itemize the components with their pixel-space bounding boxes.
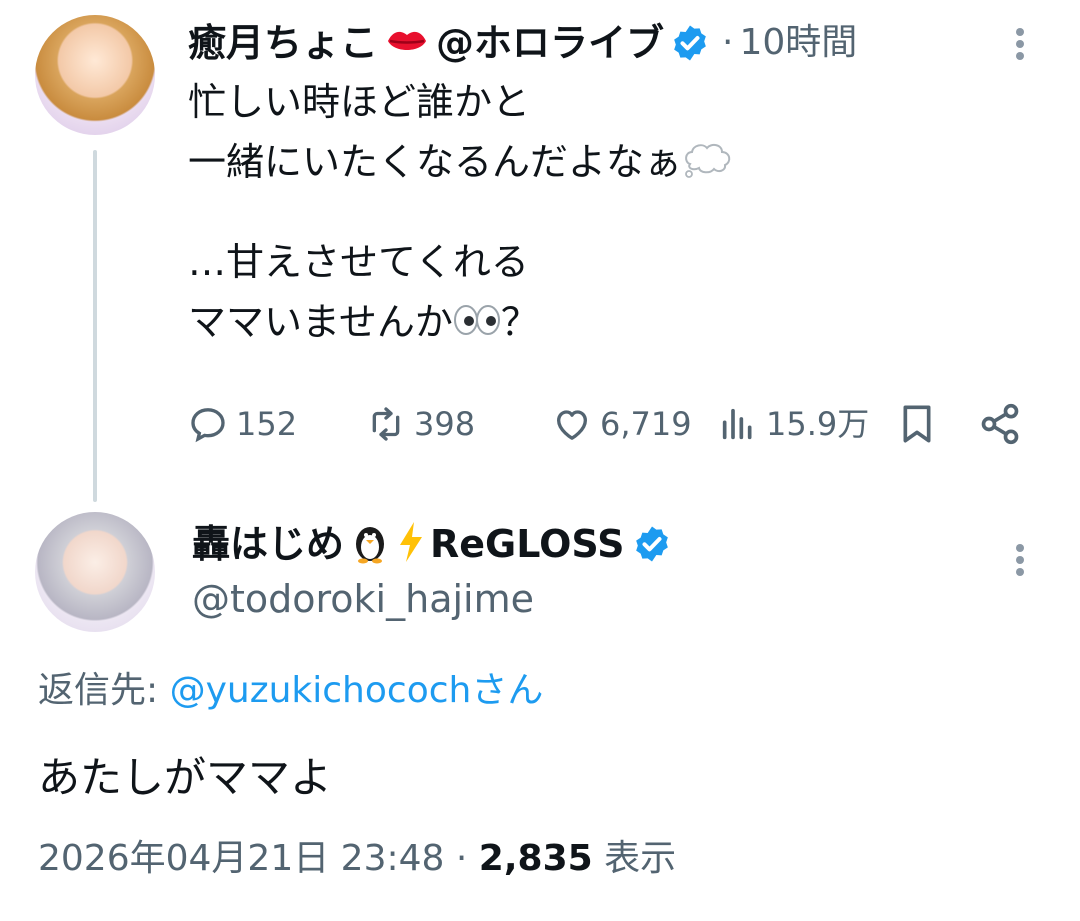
tweet2-affiliation[interactable]: ReGLOSS bbox=[430, 521, 624, 567]
avatar-yuzuki-choco[interactable] bbox=[35, 15, 155, 135]
tweet1-question-mark: ？ bbox=[500, 300, 539, 344]
tweet2-view-count: 2,835 bbox=[478, 838, 593, 879]
reply-to-suffix[interactable]: さん bbox=[471, 670, 543, 711]
tweet1-affiliation[interactable]: @ホロライブ bbox=[436, 20, 664, 66]
views-count: 15.9万 bbox=[766, 405, 870, 443]
verified-badge-icon bbox=[670, 23, 710, 63]
views-action[interactable]: 15.9万 bbox=[718, 404, 869, 444]
tweet1-body: 忙しい時ほど誰かと 一緒にいたくなるんだよなぁ …甘えさせてくれる ママいません… bbox=[188, 72, 734, 352]
tweet1-line-1: 忙しい時ほど誰かと bbox=[188, 80, 531, 124]
lips-emoji-icon bbox=[384, 23, 430, 63]
reply-to-mention[interactable]: @yuzukichococh bbox=[170, 670, 472, 711]
reply-to-line: 返信先: @yuzukichocochさん bbox=[38, 668, 543, 714]
thread-connector-line bbox=[93, 150, 97, 502]
avatar-todoroki-hajime[interactable] bbox=[35, 512, 155, 632]
reply-count: 152 bbox=[236, 405, 298, 443]
retweet-count: 398 bbox=[414, 405, 476, 443]
tweet1-line-2: 一緒にいたくなるんだよなぁ bbox=[188, 140, 683, 184]
tweet2-body: あたしがママよ bbox=[38, 753, 333, 802]
tweet1-line-3: …甘えさせてくれる bbox=[188, 240, 529, 284]
share-icon[interactable] bbox=[978, 402, 1022, 450]
tweet2-timestamp[interactable]: 2026年04月21日 23:48 bbox=[38, 838, 444, 879]
like-action[interactable]: 6,719 bbox=[552, 404, 692, 444]
tweet1-time[interactable]: 10時間 bbox=[739, 20, 857, 66]
penguin-emoji-icon bbox=[348, 520, 392, 568]
thought-balloon-emoji-icon bbox=[682, 140, 734, 184]
views-chart-icon bbox=[722, 408, 752, 440]
like-count: 6,719 bbox=[600, 405, 692, 443]
tweet2-handle[interactable]: @todoroki_hajime bbox=[192, 576, 534, 622]
tweet1-display-name[interactable]: 癒月ちょこ bbox=[188, 20, 378, 66]
tweet1-line-4: ママいませんか bbox=[188, 300, 453, 344]
reply-prefix: 返信先: bbox=[38, 670, 170, 711]
tweet2-footer: 2026年04月21日 23:48 · 2,835 表示 bbox=[38, 836, 676, 882]
reply-action[interactable]: 152 bbox=[188, 404, 297, 444]
reply-icon bbox=[191, 408, 225, 443]
tweet2-header: 轟はじめ ReGLOSS bbox=[192, 520, 672, 568]
retweet-icon bbox=[372, 407, 400, 441]
tweet2-view-label: 表示 bbox=[604, 838, 677, 879]
tweet2-footer-dot: · bbox=[455, 838, 468, 879]
eyes-emoji-icon bbox=[453, 303, 501, 341]
lightning-emoji-icon bbox=[396, 520, 426, 568]
tweet1-header: 癒月ちょこ @ホロライブ · 10時間 bbox=[188, 20, 857, 66]
bookmark-icon[interactable] bbox=[897, 402, 937, 450]
retweet-action[interactable]: 398 bbox=[366, 404, 475, 444]
tweet1-separator: · bbox=[722, 22, 734, 63]
tweet2-display-name[interactable]: 轟はじめ bbox=[192, 521, 344, 567]
tweet1-more-options-icon[interactable] bbox=[1014, 24, 1026, 64]
tweet2-more-options-icon[interactable] bbox=[1014, 540, 1026, 580]
verified-badge-icon bbox=[632, 524, 672, 564]
heart-icon bbox=[557, 410, 587, 440]
